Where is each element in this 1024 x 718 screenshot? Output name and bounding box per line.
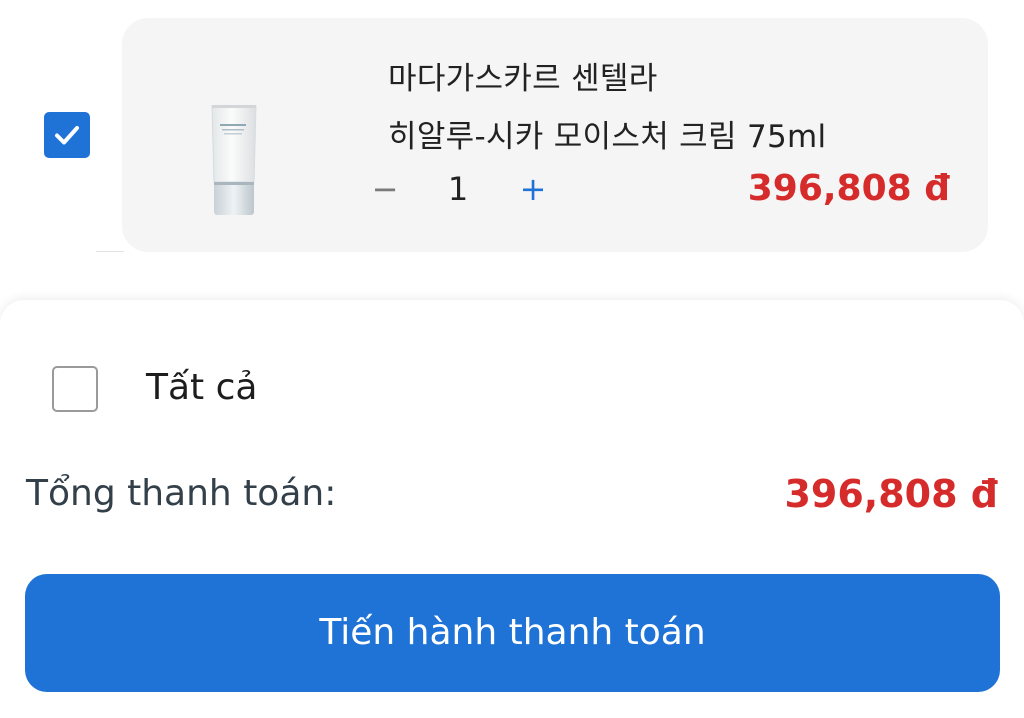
cart-page: 마다가스카르 센텔라 히알루-시카 모이스처 크림 75ml − 1 + 396… bbox=[0, 0, 1024, 718]
quantity-value: 1 bbox=[447, 170, 469, 208]
checkout-panel: Tất cả Tổng thanh toán: 396,808 đ Tiến h… bbox=[0, 300, 1024, 718]
quantity-decrease-button[interactable]: − bbox=[370, 164, 400, 214]
select-all-checkbox[interactable] bbox=[52, 366, 98, 412]
checkout-button[interactable]: Tiến hành thanh toán bbox=[25, 574, 1000, 692]
product-name-line-1: 마다가스카르 센텔라 bbox=[388, 61, 658, 97]
item-checkbox[interactable] bbox=[44, 112, 90, 158]
product-name-line-2: 히알루-시카 모이스처 크림 75ml bbox=[388, 119, 827, 155]
quantity-increase-button[interactable]: + bbox=[518, 164, 548, 214]
divider bbox=[96, 251, 124, 252]
product-image bbox=[211, 105, 257, 215]
cart-item-card: 마다가스카르 센텔라 히알루-시카 모이스처 크림 75ml − 1 + 396… bbox=[122, 18, 988, 252]
total-label: Tổng thanh toán: bbox=[26, 473, 337, 514]
select-all-label[interactable]: Tất cả bbox=[146, 360, 257, 416]
item-price: 396,808 đ bbox=[747, 168, 950, 209]
total-value: 396,808 đ bbox=[784, 472, 998, 516]
checkmark-icon bbox=[55, 126, 79, 145]
product-name: 마다가스카르 센텔라 히알루-시카 모이스처 크림 75ml bbox=[388, 50, 968, 166]
